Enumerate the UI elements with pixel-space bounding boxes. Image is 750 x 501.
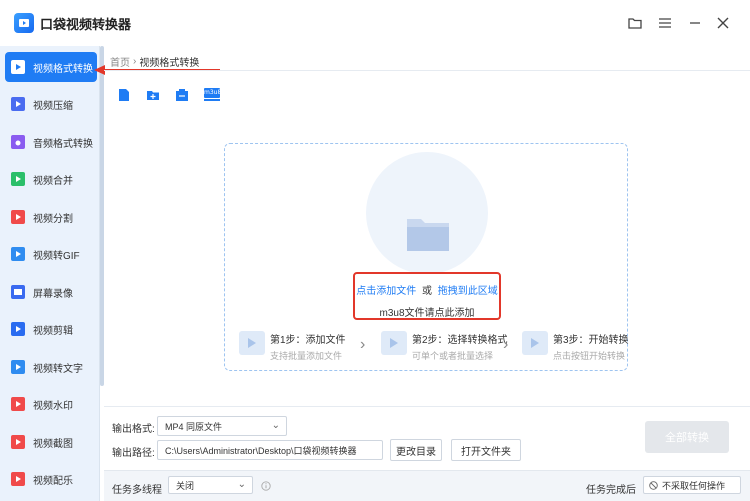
- add-file-link[interactable]: 点击添加文件: [356, 286, 416, 297]
- edit-icon: [11, 322, 25, 336]
- step-chevron-icon: ›: [360, 336, 366, 353]
- step-1-sub: 支持批量添加文件: [270, 351, 343, 361]
- step-3: 第3步：开始转换 点击按钮开始转换: [522, 331, 629, 362]
- output-format-select[interactable]: MP4 同原文件 ⌄: [157, 416, 287, 436]
- folder-icon: [407, 219, 449, 251]
- audio-icon: [11, 135, 25, 149]
- drag-here-link[interactable]: 拖拽到此区域: [438, 286, 498, 297]
- sidebar-item-label: 视频转GIF: [33, 250, 80, 262]
- multithread-select[interactable]: 关闭 ⌄: [168, 476, 253, 494]
- sidebar-item-video-to-text[interactable]: 视频转文字: [5, 352, 97, 382]
- sidebar-item-label: 音频格式转换: [33, 138, 93, 150]
- sidebar-item-video-watermark[interactable]: 视频水印: [5, 389, 97, 419]
- m3u8-hint[interactable]: m3u8文件请点此添加: [355, 304, 499, 319]
- minimize-icon[interactable]: [686, 14, 704, 32]
- output-path-label: 输出路径:: [112, 448, 155, 459]
- sidebar-item-video-screenshot[interactable]: 视频截图: [5, 427, 97, 457]
- sidebar-item-label: 视频转文字: [33, 363, 83, 375]
- after-done-select[interactable]: 不采取任何操作: [643, 476, 741, 494]
- step-3-title: 第3步：开始转换: [553, 335, 629, 346]
- split-icon: [11, 210, 25, 224]
- breadcrumb-divider: [104, 70, 750, 71]
- video-to-text-icon: [11, 360, 25, 374]
- add-file-line: 点击添加文件 或 拖拽到此区域: [355, 282, 499, 297]
- sidebar-item-label: 视频合并: [33, 175, 73, 187]
- sidebar-item-label: 屏幕录像: [33, 288, 73, 300]
- step-2-sub: 可单个或者批量选择: [412, 351, 494, 361]
- app-logo-icon: [14, 13, 34, 33]
- watermark-icon: [11, 397, 25, 411]
- change-directory-button[interactable]: 更改目录: [390, 439, 442, 461]
- multithread-label: 任务多线程: [112, 485, 162, 496]
- sidebar-item-screen-record[interactable]: 屏幕录像: [5, 277, 97, 307]
- step-chevron-icon: ›: [503, 336, 509, 353]
- convert-all-button[interactable]: 全部转换: [645, 421, 729, 453]
- sidebar-scrollbar[interactable]: [100, 46, 104, 386]
- sidebar-item-label: 视频水印: [33, 400, 73, 412]
- after-done-value: 不采取任何操作: [662, 480, 726, 491]
- chevron-down-icon: ⌄: [237, 479, 246, 490]
- m3u8-icon[interactable]: m3u8: [204, 88, 222, 102]
- sidebar-item-video-edit[interactable]: 视频剪辑: [5, 314, 97, 344]
- sidebar-item-video-to-gif[interactable]: 视频转GIF: [5, 239, 97, 269]
- after-done-label: 任务完成后: [586, 485, 636, 496]
- app-title: 口袋视频转换器: [40, 16, 132, 32]
- sidebar-item-label: 视频压缩: [33, 100, 73, 112]
- select-format-step-icon: [381, 331, 407, 355]
- sidebar-item-label: 视频剪辑: [33, 325, 73, 337]
- sidebar-item-video-soundtrack[interactable]: 视频配乐: [5, 464, 97, 494]
- chevron-down-icon: ⌄: [271, 420, 280, 431]
- sidebar-item-video-format-convert[interactable]: 视频格式转换: [5, 52, 97, 82]
- m3u8-underline: [204, 99, 220, 101]
- merge-icon: [11, 172, 25, 186]
- or-text: 或: [422, 286, 432, 297]
- output-path-field[interactable]: C:\Users\Administrator\Desktop\口袋视频转换器: [157, 440, 383, 460]
- sidebar-item-label: 视频分割: [33, 213, 73, 225]
- step-3-sub: 点击按钮开始转换: [553, 351, 626, 361]
- sidebar-item-label: 视频截图: [33, 438, 73, 450]
- open-folder-button[interactable]: 打开文件夹: [451, 439, 521, 461]
- compress-icon: [11, 97, 25, 111]
- sidebar-item-video-split[interactable]: 视频分割: [5, 202, 97, 232]
- close-icon[interactable]: [714, 14, 732, 32]
- sidebar-item-label: 视频格式转换: [33, 63, 93, 75]
- gif-icon: [11, 247, 25, 261]
- step-1-title: 第1步：添加文件: [270, 335, 346, 346]
- breadcrumb-separator: ›: [133, 56, 137, 67]
- sidebar-item-label: 视频配乐: [33, 475, 73, 487]
- breadcrumb: 首页 › 视频格式转换: [110, 54, 199, 69]
- output-path-value: C:\Users\Administrator\Desktop\口袋视频转换器: [165, 445, 357, 456]
- bottom-divider: [104, 406, 750, 407]
- menu-icon[interactable]: [656, 14, 674, 32]
- add-file-step-icon: [239, 331, 265, 355]
- step-1: 第1步：添加文件 支持批量添加文件: [239, 331, 346, 362]
- step-2: 第2步：选择转换格式 可单个或者批量选择: [381, 331, 508, 362]
- sidebar-item-audio-format-convert[interactable]: 音频格式转换: [5, 127, 97, 157]
- output-format-value: MP4 同原文件: [165, 421, 223, 432]
- soundtrack-icon: [11, 472, 25, 486]
- video-convert-icon: [11, 60, 25, 74]
- folder-icon[interactable]: [626, 14, 644, 32]
- sidebar-item-video-compress[interactable]: 视频压缩: [5, 89, 97, 119]
- title-bar: 口袋视频转换器: [0, 0, 750, 46]
- output-format-label: 输出格式:: [112, 424, 155, 435]
- step-2-title: 第2步：选择转换格式: [412, 335, 508, 346]
- start-convert-step-icon: [522, 331, 548, 355]
- screenshot-icon: [11, 435, 25, 449]
- import-icon[interactable]: [175, 88, 189, 102]
- multithread-value: 关闭: [176, 480, 195, 491]
- sidebar-item-video-merge[interactable]: 视频合并: [5, 164, 97, 194]
- breadcrumb-current: 视频格式转换: [139, 58, 200, 69]
- screen-record-icon: [11, 285, 25, 299]
- add-file-callout: 点击添加文件 或 拖拽到此区域 m3u8文件请点此添加: [353, 272, 501, 320]
- breadcrumb-home[interactable]: 首页: [110, 54, 130, 69]
- info-icon[interactable]: [261, 481, 271, 491]
- prohibited-icon: [649, 481, 658, 490]
- add-file-icon[interactable]: [117, 88, 131, 102]
- m3u8-label: m3u8: [204, 88, 222, 98]
- add-folder-icon[interactable]: [146, 88, 160, 102]
